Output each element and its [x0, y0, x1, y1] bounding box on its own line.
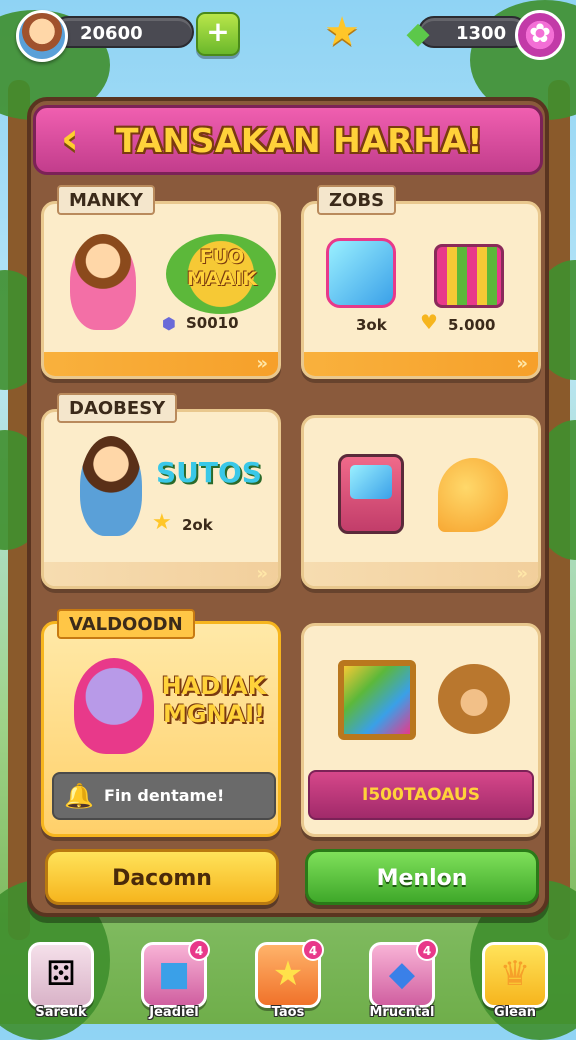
offer-headline-1-text: FUO MAAIK — [186, 246, 258, 290]
top-hud: 20600 + ★ 1300 ◆ ✿ — [0, 8, 576, 62]
offer-card-2[interactable]: 3ok ♥ 5.000 » — [301, 201, 541, 379]
card-tag-1: MANKY — [57, 185, 155, 215]
heart-icon: ♥ — [420, 310, 438, 334]
card-footer-strip: » — [304, 562, 538, 586]
bear-icon — [438, 664, 510, 734]
chevron-right-icon: » — [256, 563, 268, 584]
nav-item-mrucntal[interactable]: ◆ 4 Mrucntal — [369, 939, 438, 1020]
back-button[interactable]: ‹ — [44, 114, 96, 166]
left-action-button[interactable]: Dacomn — [45, 849, 279, 905]
offer-stat-1: S0010 — [186, 314, 239, 332]
gift-icon — [434, 244, 504, 308]
nav-label: Sareuk — [35, 1005, 87, 1020]
treasure-box-icon — [326, 238, 396, 308]
crown-icon: ♛ — [499, 954, 531, 994]
offer-headline-5: HADIAK MGNAI! — [161, 672, 267, 728]
offer-card-3[interactable]: SUTOS ★ 2ok » — [41, 409, 281, 589]
offer-card-6[interactable]: I500TAOAUS — [301, 623, 541, 837]
card-tag-2: ZOBS — [317, 185, 397, 215]
happy-creature-icon — [438, 458, 508, 532]
girl-character-icon — [70, 234, 136, 330]
card-tag-5: VALDOODN — [57, 609, 195, 639]
nav-item-jeadiel[interactable]: ■ 4 Jeadiel — [141, 939, 210, 1020]
card-footer-strip: » — [44, 562, 278, 586]
star-icon[interactable]: ★ — [322, 12, 362, 52]
right-action-button[interactable]: Menlon — [305, 849, 539, 905]
title-bar: ‹ TANSAKAN HARHA! — [33, 105, 543, 175]
boy-character-icon — [80, 436, 142, 536]
picture-frame-icon — [338, 660, 416, 740]
panel-title: TANSAKAN HARHA! — [116, 121, 483, 160]
nav-label: Glean — [494, 1005, 536, 1020]
gem-icon: ◆ — [406, 16, 430, 51]
notification-badge: 4 — [188, 939, 210, 961]
gem-amount: 1300 — [456, 23, 507, 44]
player-avatar[interactable] — [16, 10, 68, 62]
add-coins-button[interactable]: + — [196, 12, 240, 56]
settings-icon: ✿ — [529, 19, 551, 49]
nav-label: Jeadiel — [149, 1005, 199, 1020]
chevron-right-icon: » — [256, 353, 268, 374]
offer-card-4[interactable]: » — [301, 415, 541, 589]
dice-icon: ⚄ — [46, 954, 76, 994]
nav-item-glean[interactable]: ♛ Glean — [482, 942, 548, 1020]
star-icon: ★ — [152, 510, 172, 535]
offer-footer-5-bar[interactable]: 🔔 Fin dentame! — [52, 772, 276, 820]
back-arrow-icon: ‹ — [60, 113, 80, 164]
offer-headline-3: SUTOS — [156, 456, 262, 489]
notification-badge: 4 — [416, 939, 438, 961]
offer-footer-6: I500TAOAUS — [362, 785, 480, 805]
arcade-machine-icon — [338, 454, 404, 534]
offer-footer-5: Fin dentame! — [104, 786, 225, 805]
rabbit-character-icon — [74, 658, 154, 754]
offer-price-bar[interactable]: I500TAOAUS — [308, 770, 534, 820]
chevron-right-icon: » — [516, 563, 528, 584]
chevron-right-icon: » — [516, 353, 528, 374]
card-footer-strip: » — [304, 352, 538, 376]
offer-card-1[interactable]: FUO MAAIK ⬢ S0010 » — [41, 201, 281, 379]
offer-stat-3: 2ok — [182, 516, 213, 534]
main-panel: ‹ TANSAKAN HARHA! FUO MAAIK ⬢ S0010 » MA… — [27, 97, 549, 917]
plus-icon: + — [206, 15, 230, 48]
card-tag-3: DAOBESY — [57, 393, 178, 423]
settings-button[interactable]: ✿ — [515, 10, 565, 60]
offer-card-5[interactable]: HADIAK MGNAI! 🔔 Fin dentame! — [41, 621, 281, 837]
nav-label: Mrucntal — [369, 1005, 435, 1020]
offer-stat-2b: 5.000 — [448, 316, 496, 334]
notification-badge: 4 — [302, 939, 324, 961]
offer-stat-2a: 3ok — [356, 316, 387, 334]
card-footer-strip: » — [44, 352, 278, 376]
shield-icon: ⬢ — [162, 314, 176, 333]
bottom-nav: ⚄ Sareuk ■ 4 Jeadiel ★ 4 Taos ◆ 4 Mrucnt… — [0, 934, 576, 1024]
nav-label: Taos — [271, 1005, 305, 1020]
coin-counter: 20600 — [52, 16, 194, 48]
coin-amount: 20600 — [80, 23, 143, 44]
bell-icon: 🔔 — [64, 782, 94, 810]
nav-item-taos[interactable]: ★ 4 Taos — [255, 939, 324, 1020]
nav-item-sareuk[interactable]: ⚄ Sareuk — [28, 942, 94, 1020]
